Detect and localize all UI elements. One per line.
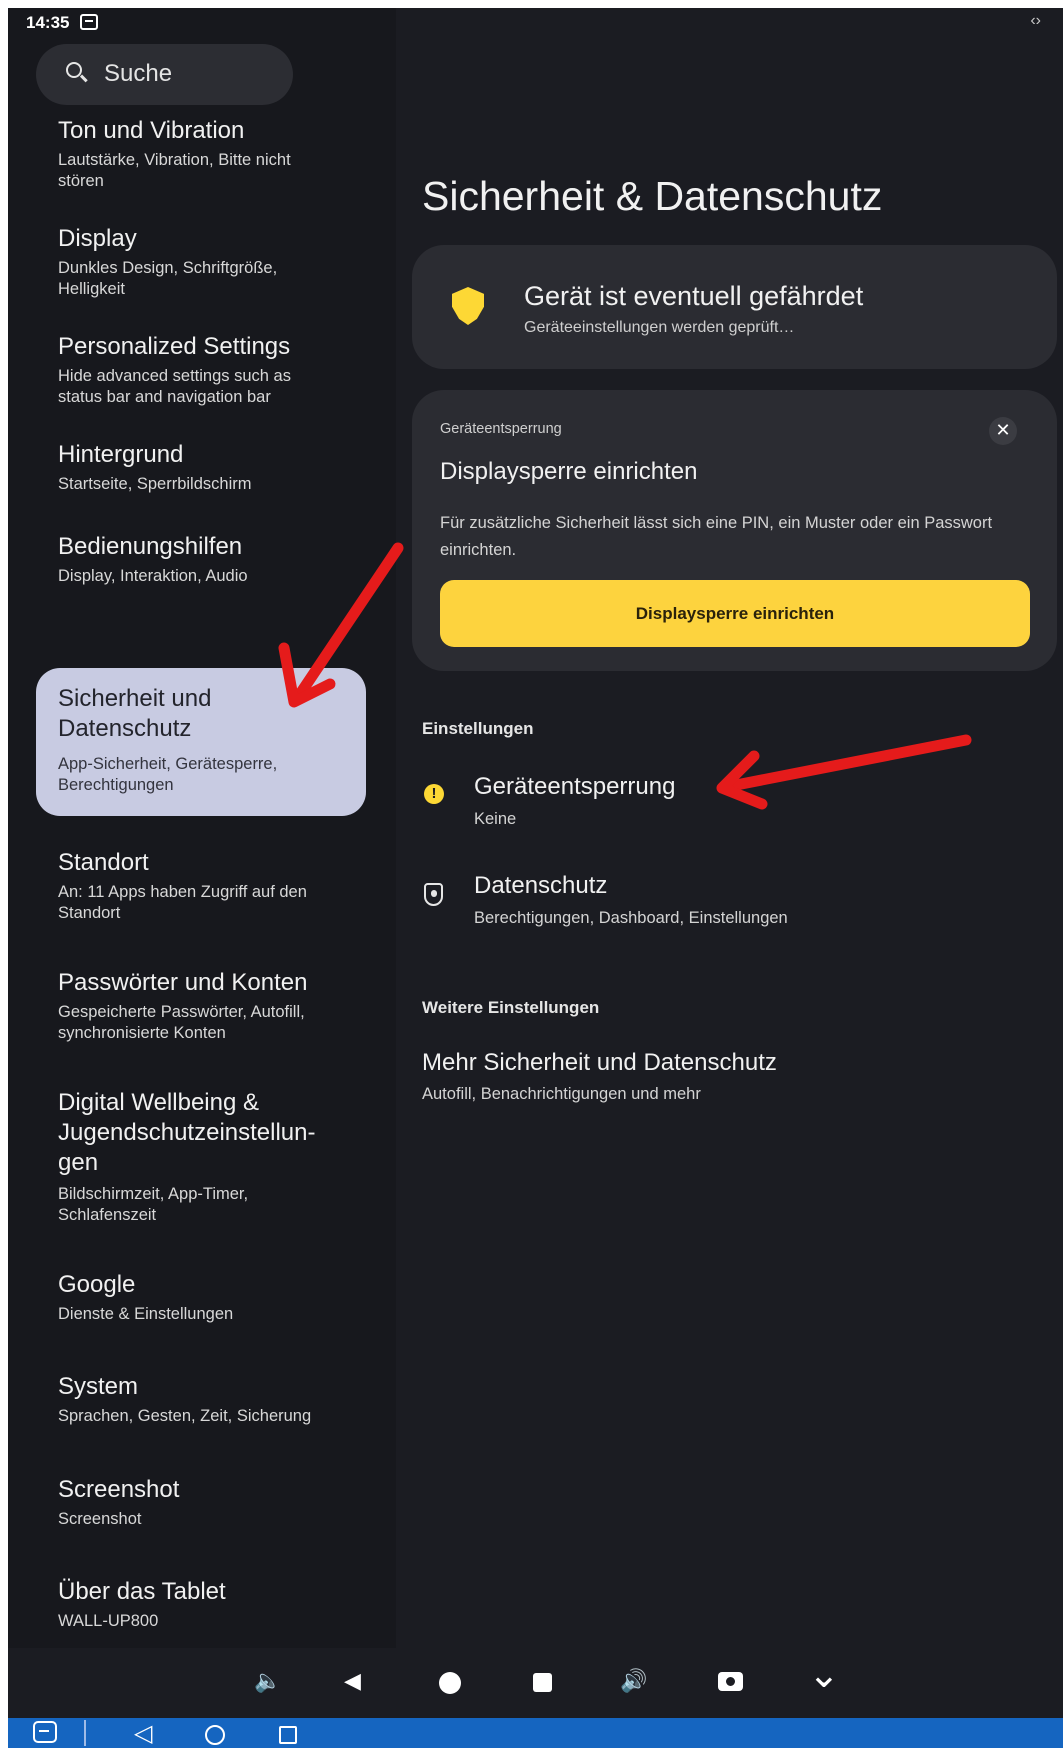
back-icon[interactable]: ◀ [344, 1668, 361, 1694]
setting-subtitle: Berechtigungen, Dashboard, Einstellungen [474, 909, 788, 927]
sidebar-item-standort[interactable]: Standort An: 11 Apps haben Zugriff auf d… [36, 844, 366, 924]
sidebar-item-display[interactable]: Display Dunkles Design, Schriftgröße, He… [36, 220, 366, 300]
sidebar-item-title: Ton und Vibration [58, 117, 245, 144]
sidebar-item-title: Passwörter und Konten [58, 969, 308, 996]
sidebar-item-title: Hintergrund [58, 441, 184, 468]
status-bar: 14:35 ‹› [8, 8, 1063, 38]
remote-app-icon[interactable] [33, 1721, 57, 1743]
sidebar-item-screenshot[interactable]: Screenshot Screenshot [36, 1471, 366, 1531]
sidebar-item-title: Google [58, 1271, 136, 1298]
collapse-icon[interactable]: ⌄ [808, 1656, 840, 1694]
sidebar-item-title: Display [58, 225, 137, 252]
sidebar-item-title: Screenshot [58, 1476, 180, 1503]
sidebar-item-google[interactable]: Google Dienste & Einstellungen [36, 1266, 366, 1326]
camera-icon[interactable] [718, 1672, 743, 1691]
expand-icon[interactable]: ‹› [1030, 12, 1041, 30]
card-title: Displaysperre einrichten [440, 458, 698, 485]
sidebar-item-system[interactable]: System Sprachen, Gesten, Zeit, Sicherung [36, 1368, 366, 1428]
recents-icon[interactable] [533, 1673, 552, 1692]
close-button[interactable]: ✕ [989, 417, 1017, 445]
sidebar-item-subtitle: WALL-UP800 [58, 1612, 159, 1630]
status-time: 14:35 [26, 13, 70, 32]
card-description: Für zusätzliche Sicherheit lässt sich ei… [440, 514, 993, 559]
taskbar-recents-icon[interactable] [279, 1726, 297, 1744]
more-security-subtitle: Autofill, Benachrichtigungen und mehr [422, 1085, 701, 1103]
sidebar-item-subtitle: Lautstärke, Vibration, Bitte nicht störe… [58, 151, 291, 190]
device-warning-card[interactable]: Gerät ist eventuell gefährdet Geräteeins… [412, 245, 1057, 369]
setting-privacy[interactable]: Datenschutz Berechtigungen, Dashboard, E… [412, 872, 1052, 958]
more-security-title[interactable]: Mehr Sicherheit und Datenschutz [422, 1049, 777, 1077]
sidebar-item-title: Bedienungshilfen [58, 533, 243, 560]
volume-up-icon[interactable]: 🔊 [620, 1668, 647, 1694]
search-bar[interactable]: Suche [36, 44, 293, 105]
remote-taskbar: ◁ [8, 1718, 1063, 1748]
shield-warning-icon [452, 287, 484, 325]
sidebar-item-subtitle: Display, Interaktion, Audio [58, 567, 248, 585]
sidebar-item-subtitle: Dienste & Einstellungen [58, 1305, 234, 1323]
screen-lock-card: Geräteentsperrung ✕ Displaysperre einric… [412, 390, 1057, 671]
sidebar-item-bedienungshilfen[interactable]: Bedienungshilfen Display, Interaktion, A… [36, 528, 366, 588]
sidebar-item-title: Digital Wellbeing & Jugendschutzeinstell… [58, 1089, 316, 1176]
remote-access-icon [80, 14, 98, 30]
setting-title: Datenschutz [474, 872, 608, 899]
setting-subtitle: Keine [474, 810, 517, 828]
sidebar-item-passwoerter-und-konten[interactable]: Passwörter und Konten Gespeicherte Passw… [36, 964, 366, 1044]
sidebar-item-subtitle: App-Sicherheit, Gerätesperre, Berechtigu… [58, 755, 278, 794]
sidebar-item-ton-und-vibration[interactable]: Ton und Vibration Lautstärke, Vibration,… [36, 112, 366, 192]
sidebar-item-hintergrund[interactable]: Hintergrund Startseite, Sperrbildschirm [36, 436, 366, 496]
taskbar-back-icon[interactable]: ◁ [134, 1719, 152, 1748]
sidebar-item-digital-wellbeing[interactable]: Digital Wellbeing & Jugendschutzeinstell… [36, 1084, 366, 1226]
sidebar-item-subtitle: Startseite, Sperrbildschirm [58, 475, 252, 493]
sidebar-item-title: Standort [58, 849, 149, 876]
warning-icon: ! [424, 784, 444, 804]
sidebar-item-subtitle: Hide advanced settings such as status ba… [58, 367, 291, 406]
more-settings-section-header: Weitere Einstellungen [422, 998, 600, 1017]
sidebar-item-ueber-das-tablet[interactable]: Über das Tablet WALL-UP800 [36, 1573, 366, 1633]
sidebar-item-title: Personalized Settings [58, 333, 291, 360]
sidebar-item-title: System [58, 1373, 139, 1400]
taskbar-divider [84, 1720, 86, 1746]
warning-subtitle: Geräteeinstellungen werden geprüft… [524, 319, 795, 336]
warning-title: Gerät ist eventuell gefährdet [524, 281, 864, 311]
sidebar-item-subtitle: Screenshot [58, 1510, 142, 1528]
sidebar-item-title: Sicherheit und Datenschutz [58, 685, 212, 742]
search-label: Suche [104, 60, 173, 87]
sidebar-item-personalized-settings[interactable]: Personalized Settings Hide advanced sett… [36, 328, 366, 408]
settings-section-header: Einstellungen [422, 719, 534, 738]
volume-down-icon[interactable]: 🔈 [254, 1668, 281, 1694]
screen: 14:35 ‹› Suche Ton und Vibration Lautstä… [8, 8, 1063, 1748]
sidebar-item-sicherheit-und-datenschutz[interactable]: Sicherheit und Datenschutz App-Sicherhei… [36, 668, 366, 816]
sidebar-item-subtitle: Dunkles Design, Schriftgröße, Helligkeit [58, 259, 278, 298]
sidebar-item-subtitle: An: 11 Apps haben Zugriff auf den Stando… [58, 883, 307, 922]
sidebar-item-title: Über das Tablet [58, 1578, 226, 1605]
bottom-controls: 🔈 ◀ 🔊 ⌄ [8, 1648, 1063, 1718]
home-icon[interactable] [439, 1672, 461, 1694]
setting-device-unlock[interactable]: ! Geräteentsperrung Keine [412, 773, 1052, 859]
privacy-shield-icon [424, 883, 443, 906]
page-title: Sicherheit & Datenschutz [422, 173, 883, 219]
sidebar-item-subtitle: Sprachen, Gesten, Zeit, Sicherung [58, 1407, 312, 1425]
sidebar-item-subtitle: Gespeicherte Passwörter, Autofill, synch… [58, 1003, 305, 1042]
search-icon [66, 62, 82, 78]
taskbar-home-icon[interactable] [205, 1725, 225, 1745]
card-eyebrow: Geräteentsperrung [440, 421, 562, 437]
sidebar-item-subtitle: Bildschirmzeit, App-Timer, Schlafenszeit [58, 1185, 249, 1224]
set-screen-lock-button[interactable]: Displaysperre einrichten [440, 580, 1030, 647]
setting-title: Geräteentsperrung [474, 773, 676, 800]
